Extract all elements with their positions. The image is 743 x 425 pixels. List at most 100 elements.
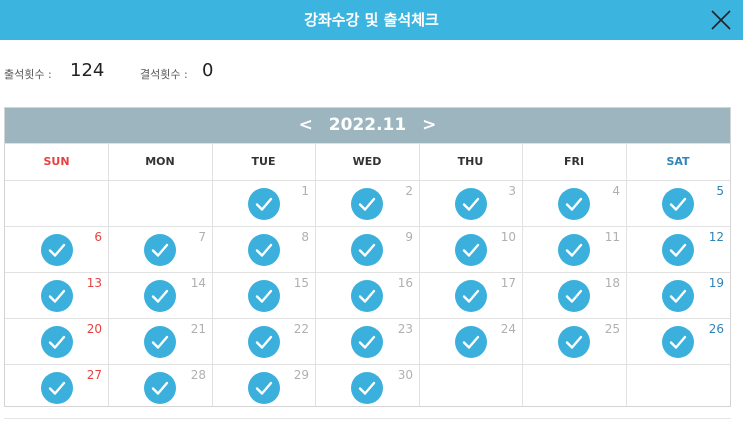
calendar-day-14[interactable]: 14: [108, 272, 212, 318]
day-number: 17: [500, 276, 516, 290]
day-number: 10: [500, 230, 516, 244]
checkmark-icon: [455, 234, 487, 266]
day-number: 28: [190, 368, 206, 382]
calendar-day-10[interactable]: 10: [419, 226, 522, 272]
absent-count-label: 결석횟수 :: [140, 68, 188, 81]
attend-count-label: 출석횟수 :: [4, 68, 52, 81]
absent-count-value: 0: [202, 60, 214, 81]
weekday-header-fri: FRI: [563, 155, 585, 168]
calendar-day-8[interactable]: 8: [212, 226, 315, 272]
checkmark-icon: [455, 188, 487, 220]
calendar-day-24[interactable]: 24: [419, 318, 522, 364]
calendar-day-13[interactable]: 13: [5, 272, 108, 318]
calendar-day-27[interactable]: 27: [5, 364, 108, 406]
checkmark-icon: [455, 280, 487, 312]
checkmark-icon: [41, 326, 73, 358]
current-month: 2022.11: [328, 115, 407, 135]
next-month-button[interactable]: >: [412, 115, 446, 135]
close-button[interactable]: [706, 5, 736, 35]
checkmark-icon: [558, 234, 590, 266]
day-number: 26: [708, 322, 724, 336]
checkmark-icon: [558, 326, 590, 358]
day-number: 25: [604, 322, 620, 336]
calendar-day-19[interactable]: 19: [626, 272, 730, 318]
day-number: 12: [708, 230, 724, 244]
calendar-day-29[interactable]: 29: [212, 364, 315, 406]
attend-count-value: 124: [70, 60, 105, 81]
calendar-day-1[interactable]: 1: [212, 180, 315, 226]
calendar-day-6[interactable]: 6: [5, 226, 108, 272]
calendar-day-4[interactable]: 4: [522, 180, 626, 226]
weekday-header-sat: SAT: [666, 155, 690, 168]
dialog-title: 강좌수강 및 출석체크: [304, 11, 439, 29]
checkmark-icon: [248, 234, 280, 266]
calendar-empty-cell: [522, 364, 626, 406]
checkmark-icon: [144, 234, 176, 266]
weekday-header-mon: MON: [145, 155, 175, 168]
day-number: 22: [293, 322, 309, 336]
day-number: 19: [708, 276, 724, 290]
checkmark-icon: [41, 280, 73, 312]
calendar-day-23[interactable]: 23: [315, 318, 419, 364]
calendar-day-11[interactable]: 11: [522, 226, 626, 272]
attendance-calendar: < 2022.11 > SUN MON TUE WED THU FRI SAT 1 2 3 4 5 6 7…: [4, 107, 731, 407]
weekday-header-tue: TUE: [251, 155, 276, 168]
calendar-day-5[interactable]: 5: [626, 180, 730, 226]
calendar-day-21[interactable]: 21: [108, 318, 212, 364]
calendar-day-30[interactable]: 30: [315, 364, 419, 406]
day-number: 30: [397, 368, 413, 382]
calendar-day-18[interactable]: 18: [522, 272, 626, 318]
calendar-day-26[interactable]: 26: [626, 318, 730, 364]
dialog-header: 강좌수강 및 출석체크: [0, 0, 743, 40]
day-number: 24: [500, 322, 516, 336]
day-number: 27: [86, 368, 102, 382]
checkmark-icon: [455, 326, 487, 358]
checkmark-icon: [144, 326, 176, 358]
checkmark-icon: [248, 326, 280, 358]
close-icon: [711, 10, 731, 30]
calendar-day-15[interactable]: 15: [212, 272, 315, 318]
checkmark-icon: [662, 280, 694, 312]
day-number: 18: [604, 276, 620, 290]
checkmark-icon: [144, 372, 176, 404]
weekday-header-thu: THU: [457, 155, 484, 168]
checkmark-icon: [351, 188, 383, 220]
checkmark-icon: [558, 280, 590, 312]
day-number: 7: [198, 230, 206, 244]
calendar-day-3[interactable]: 3: [419, 180, 522, 226]
calendar-empty-cell: [108, 180, 212, 226]
checkmark-icon: [351, 234, 383, 266]
day-number: 21: [190, 322, 206, 336]
weekday-header-sun: SUN: [43, 155, 70, 168]
calendar-day-16[interactable]: 16: [315, 272, 419, 318]
day-number: 3: [508, 184, 516, 198]
day-number: 9: [405, 230, 413, 244]
day-number: 1: [301, 184, 309, 198]
day-number: 16: [397, 276, 413, 290]
checkmark-icon: [248, 188, 280, 220]
calendar-day-28[interactable]: 28: [108, 364, 212, 406]
checkmark-icon: [41, 372, 73, 404]
checkmark-icon: [248, 280, 280, 312]
calendar-day-17[interactable]: 17: [419, 272, 522, 318]
calendar-empty-cell: [5, 180, 108, 226]
prev-month-button[interactable]: <: [289, 115, 323, 135]
day-number: 14: [190, 276, 206, 290]
day-number: 5: [716, 184, 724, 198]
day-number: 2: [405, 184, 413, 198]
attendance-stats: 출석횟수 : 124 결석횟수 : 0: [4, 60, 404, 86]
calendar-day-2[interactable]: 2: [315, 180, 419, 226]
calendar-day-9[interactable]: 9: [315, 226, 419, 272]
weekday-header-wed: WED: [352, 155, 382, 168]
calendar-day-20[interactable]: 20: [5, 318, 108, 364]
calendar-day-12[interactable]: 12: [626, 226, 730, 272]
calendar-day-7[interactable]: 7: [108, 226, 212, 272]
day-number: 23: [397, 322, 413, 336]
calendar-day-25[interactable]: 25: [522, 318, 626, 364]
day-number: 15: [293, 276, 309, 290]
calendar-empty-cell: [626, 364, 730, 406]
day-number: 4: [612, 184, 620, 198]
day-number: 20: [86, 322, 102, 336]
calendar-day-22[interactable]: 22: [212, 318, 315, 364]
checkmark-icon: [248, 372, 280, 404]
